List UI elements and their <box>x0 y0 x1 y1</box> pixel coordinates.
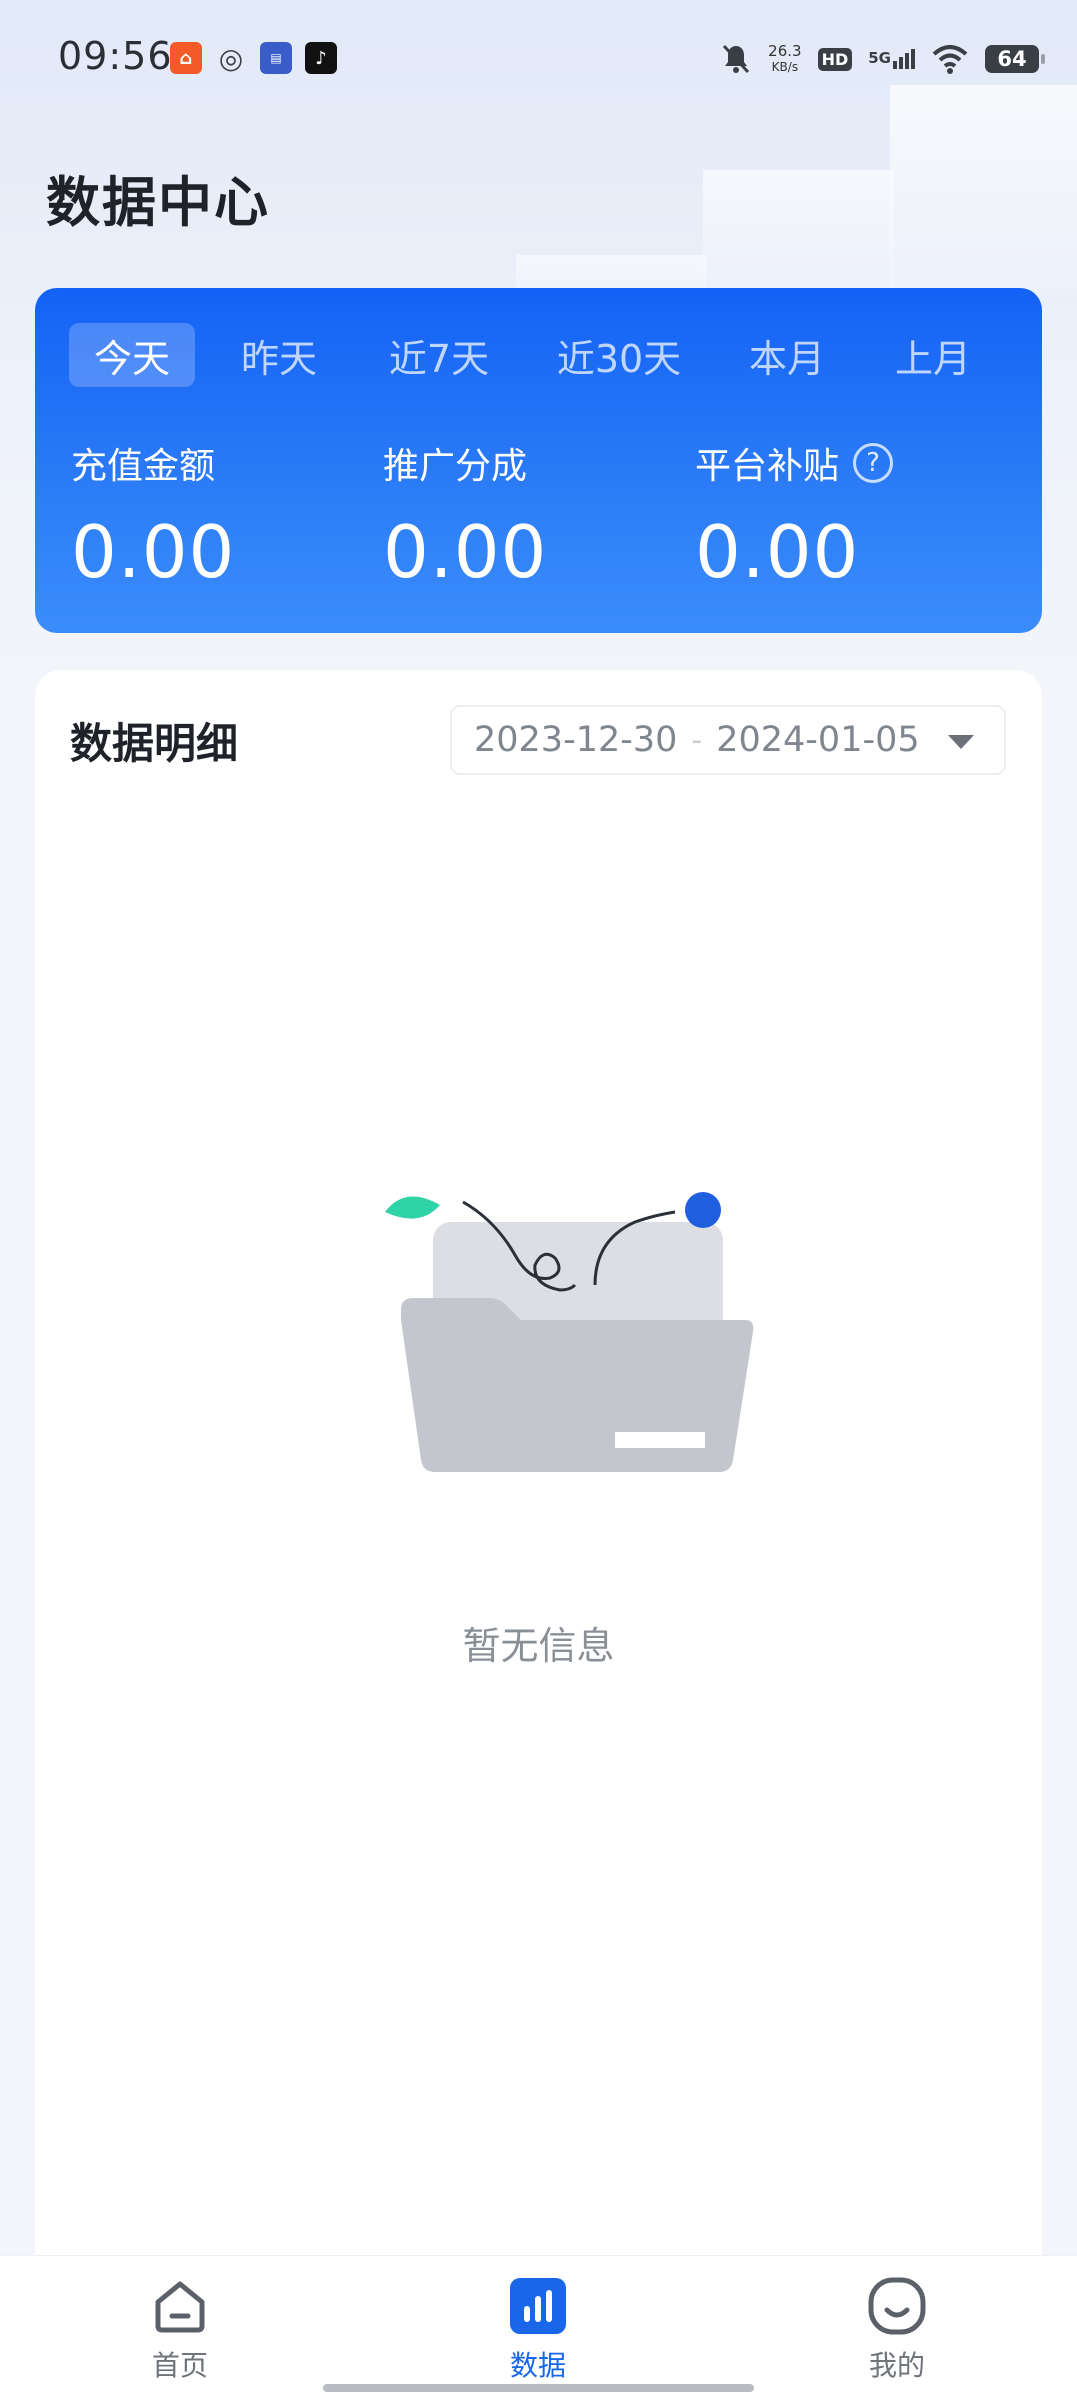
metric-label: 平台补贴 <box>695 446 840 487</box>
status-time: 09:56 <box>58 34 173 78</box>
nav-item-data[interactable]: 数据 <box>458 2276 618 2384</box>
period-tabs: 今天 昨天 近7天 近30天 本月 上月 <box>69 323 1022 387</box>
xiaohongshu-icon: ⌂ <box>170 42 202 74</box>
wifi-icon <box>932 45 968 74</box>
mute-bell-icon <box>723 44 750 74</box>
page-title: 数据中心 <box>46 171 270 234</box>
metric-value: 0.00 <box>383 510 548 594</box>
metric-value: 0.00 <box>695 510 860 594</box>
bottom-nav: 首页 数据 我的 <box>0 2255 1077 2397</box>
metric-platform-subsidy: 平台补贴 ? 0.00 <box>695 438 1007 594</box>
metric-label: 推广分成 <box>383 446 528 487</box>
network-speed: 26.3 KB/s <box>768 42 802 74</box>
empty-folder-illustration <box>385 1192 754 1472</box>
help-icon[interactable]: ? <box>853 443 894 483</box>
tab-last-7-days[interactable]: 近7天 <box>369 323 509 387</box>
nav-item-home[interactable]: 首页 <box>100 2276 260 2384</box>
home-icon <box>150 2276 210 2336</box>
summary-card: 今天 昨天 近7天 近30天 本月 上月 充值金额 0.00 推广分成 0.00… <box>35 288 1042 633</box>
metric-label: 充值金额 <box>71 446 216 487</box>
battery-icon: 64 <box>985 45 1045 73</box>
tab-last-30-days[interactable]: 近30天 <box>539 323 699 387</box>
nav-label: 首页 <box>151 2349 208 2382</box>
date-end: 2024-01-05 <box>716 720 920 760</box>
metrics-row: 充值金额 0.00 推广分成 0.00 平台补贴 ? 0.00 <box>71 438 1042 594</box>
tab-this-month[interactable]: 本月 <box>737 323 837 387</box>
date-range-picker[interactable]: 2023-12-30 - 2024-01-05 <box>450 705 1006 775</box>
date-separator: - <box>691 722 703 758</box>
data-chart-icon <box>508 2276 568 2336</box>
metric-value: 0.00 <box>71 510 236 594</box>
detail-card: 数据明细 2023-12-30 - 2024-01-05 暂无信息 <box>35 670 1042 2397</box>
hd-badge: HD <box>817 47 853 71</box>
nav-item-profile[interactable]: 我的 <box>817 2276 977 2384</box>
tab-last-month[interactable]: 上月 <box>883 323 983 387</box>
tab-yesterday[interactable]: 昨天 <box>219 323 339 387</box>
background-decoration <box>703 170 893 300</box>
empty-state-text: 暂无信息 <box>462 1624 615 1668</box>
detail-title: 数据明细 <box>70 719 239 768</box>
tiktok-icon: ♪ <box>305 42 337 74</box>
metric-recharge-amount: 充值金额 0.00 <box>71 438 383 594</box>
home-indicator[interactable] <box>323 2384 754 2392</box>
nav-label: 我的 <box>868 2349 925 2382</box>
browser-icon: ◎ <box>218 41 244 75</box>
metric-promotion-share: 推广分成 0.00 <box>383 438 695 594</box>
news-app-icon: ▤ <box>260 42 292 74</box>
date-start: 2023-12-30 <box>474 720 678 760</box>
caret-down-icon <box>948 735 974 749</box>
cellular-signal-icon: 5G <box>868 49 915 69</box>
status-bar: 09:56 ⌂ ◎ ▤ ♪ 26.3 KB/s HD 5G 64 <box>0 0 1077 118</box>
profile-icon <box>867 2276 927 2336</box>
nav-label: 数据 <box>509 2349 566 2382</box>
tab-today[interactable]: 今天 <box>69 323 195 387</box>
